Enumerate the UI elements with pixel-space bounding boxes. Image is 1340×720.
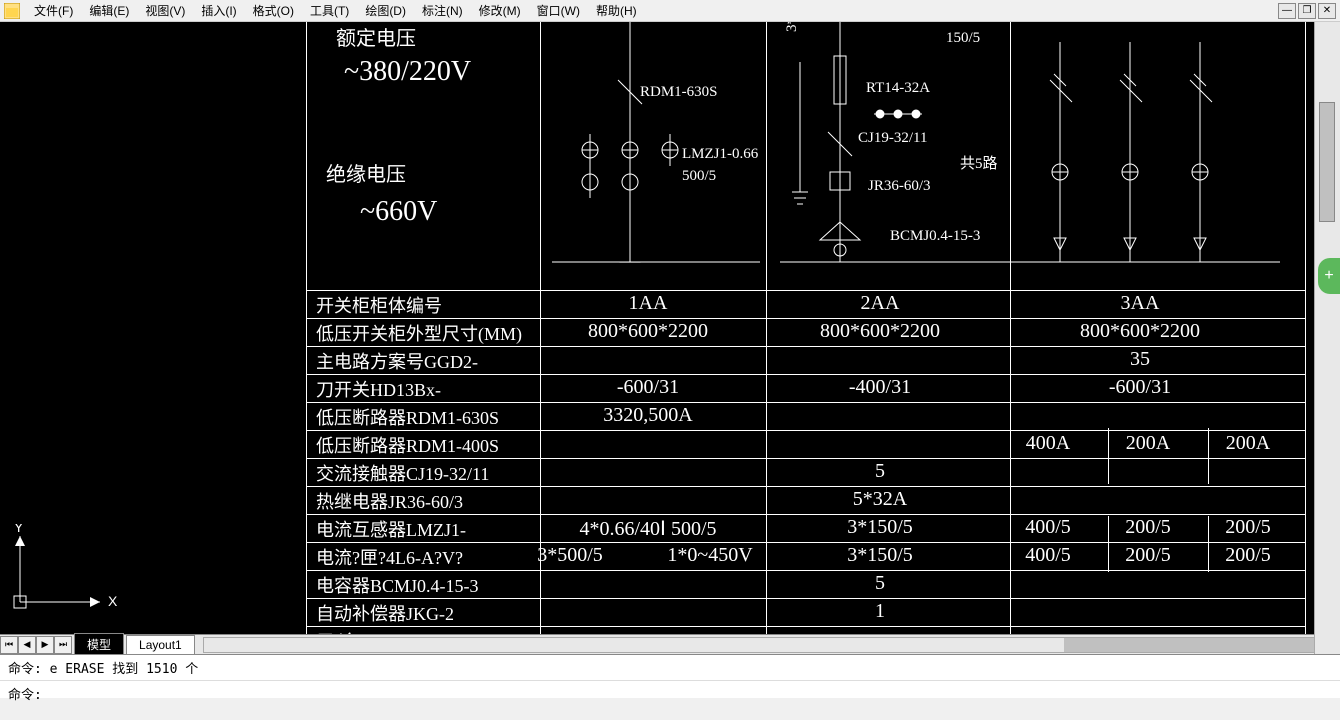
col-div-1u — [766, 22, 767, 290]
row-cell: 3AA — [1121, 292, 1160, 315]
row-cell: 1AA — [629, 292, 668, 315]
row-line-0 — [306, 290, 1306, 291]
row-line-12 — [306, 626, 1306, 627]
ucs-y-label: Y — [14, 524, 24, 535]
row-cell: 3*500/5 — [537, 544, 603, 567]
row-label: 电流?匣?4L6-A?V? — [316, 544, 463, 570]
row-cell: 800*600*2200 — [820, 320, 940, 343]
row-cell: 200/5 — [1225, 516, 1271, 539]
row-label: 刀开关HD13Bx- — [316, 376, 441, 402]
row-line-7 — [306, 486, 1306, 487]
close-button[interactable]: ✕ — [1318, 3, 1336, 19]
row-cell: 400/5 — [1025, 544, 1071, 567]
row-label: 低压开关柜外型尺寸(MM) — [316, 320, 522, 346]
menu-window[interactable]: 窗口(W) — [529, 0, 588, 21]
row-cell: 1 — [875, 600, 885, 623]
menu-bar: 文件(F) 编辑(E) 视图(V) 插入(I) 格式(O) 工具(T) 绘图(D… — [0, 0, 1340, 22]
row-line-6 — [306, 458, 1306, 459]
row-cell: 5 — [875, 460, 885, 483]
row-cell: 3*150/5 — [847, 544, 913, 567]
vscroll-thumb[interactable] — [1319, 102, 1335, 222]
app-icon — [4, 3, 20, 19]
side-add-button[interactable]: + — [1318, 258, 1340, 294]
hscroll-thumb[interactable] — [1064, 638, 1324, 652]
menu-insert[interactable]: 插入(I) — [193, 0, 244, 21]
row-line-5 — [306, 430, 1306, 431]
row-label: 低压断路器RDM1-400S — [316, 432, 499, 458]
minimize-button[interactable]: — — [1278, 3, 1296, 19]
restore-button[interactable]: ❐ — [1298, 3, 1316, 19]
menu-file[interactable]: 文件(F) — [26, 0, 81, 21]
row-cell: 5*32A — [853, 488, 907, 511]
menu-view[interactable]: 视图(V) — [137, 0, 193, 21]
window-controls: — ❐ ✕ — [1278, 3, 1336, 19]
row-cell: 200/5 — [1225, 544, 1271, 567]
row-line-8 — [306, 514, 1306, 515]
tab-last-button[interactable]: ⏭ — [54, 636, 72, 654]
menu-modify[interactable]: 修改(M) — [471, 0, 529, 21]
row-cell: 400/5 — [1025, 516, 1071, 539]
vertical-scrollbar[interactable] — [1314, 22, 1340, 654]
drawing-canvas[interactable]: 额定电压 ~380/220V 绝缘电压 ~660V RDM1-630S LMZJ… — [0, 22, 1314, 654]
row-line-1 — [306, 318, 1306, 319]
row-label: 电容器BCMJ0.4-15-3 — [316, 572, 479, 598]
row-label: 自动补偿器JKG-2 — [316, 600, 454, 626]
row-cell: -600/31 — [1109, 376, 1171, 399]
row-cell: 200A — [1126, 432, 1170, 455]
row-line-11 — [306, 598, 1306, 599]
col-div-3b — [1208, 428, 1209, 484]
tab-model[interactable]: 模型 — [74, 633, 124, 654]
tab-first-button[interactable]: ⏮ — [0, 636, 18, 654]
row-cell: 200A — [1226, 432, 1270, 455]
tab-next-button[interactable]: ▶ — [36, 636, 54, 654]
col-div-2 — [1010, 22, 1011, 654]
model-tab-bar: ⏮ ◀ ▶ ⏭ 模型 Layout1 — [0, 634, 1314, 654]
tab-prev-button[interactable]: ◀ — [18, 636, 36, 654]
col-div-3c — [1108, 516, 1109, 572]
col-div-3d — [1208, 516, 1209, 572]
command-input[interactable]: 命令: — [0, 681, 1340, 706]
menu-edit[interactable]: 编辑(E) — [81, 0, 137, 21]
col-div-3a — [1108, 428, 1109, 484]
row-cell: 800*600*2200 — [1080, 320, 1200, 343]
row-cell: 5 — [875, 572, 885, 595]
row-label: 热继电器JR36-60/3 — [316, 488, 463, 514]
tab-layout1[interactable]: Layout1 — [126, 635, 195, 655]
ucs-icon: X Y — [8, 524, 118, 614]
row-cell: 800*600*2200 — [588, 320, 708, 343]
row-label: 电流互感器LMZJ1- — [316, 516, 466, 542]
row-line-3 — [306, 374, 1306, 375]
row-cell: -600/31 — [617, 376, 679, 399]
row-label: 低压断路器RDM1-630S — [316, 404, 499, 430]
row-line-4 — [306, 402, 1306, 403]
row-cell: 1*0~450V — [667, 544, 752, 567]
row-cell: 200/5 — [1125, 516, 1171, 539]
menu-tools[interactable]: 工具(T) — [302, 0, 357, 21]
ucs-x-label: X — [108, 593, 118, 609]
row-line-2 — [306, 346, 1306, 347]
row-cell: 3320,500A — [603, 404, 692, 427]
row-line-10 — [306, 570, 1306, 571]
row-cell: 400A — [1026, 432, 1070, 455]
command-history: 命令: e ERASE 找到 1510 个 — [0, 655, 1340, 681]
row-cell: 4*0.66/40Ⅰ 500/5 — [579, 516, 716, 541]
drawing-workspace: 额定电压 ~380/220V 绝缘电压 ~660V RDM1-630S LMZJ… — [0, 22, 1340, 654]
row-label: 开关柜柜体编号 — [316, 292, 442, 318]
menu-help[interactable]: 帮助(H) — [588, 0, 645, 21]
col-div-1 — [766, 290, 767, 654]
row-line-9 — [306, 542, 1306, 543]
menu-format[interactable]: 格式(O) — [245, 0, 302, 21]
horizontal-scrollbar[interactable] — [203, 637, 1314, 653]
row-cell: 2AA — [861, 292, 900, 315]
row-label: 主电路方案号GGD2- — [316, 348, 478, 374]
row-cell: -400/31 — [849, 376, 911, 399]
row-cell: 3*150/5 — [847, 516, 913, 539]
row-cell: 35 — [1130, 348, 1150, 371]
menu-draw[interactable]: 绘图(D) — [357, 0, 414, 21]
command-area: 命令: e ERASE 找到 1510 个 命令: — [0, 654, 1340, 698]
row-label: 交流接触器CJ19-32/11 — [316, 460, 489, 486]
row-cell: 200/5 — [1125, 544, 1171, 567]
menu-dim[interactable]: 标注(N) — [414, 0, 471, 21]
